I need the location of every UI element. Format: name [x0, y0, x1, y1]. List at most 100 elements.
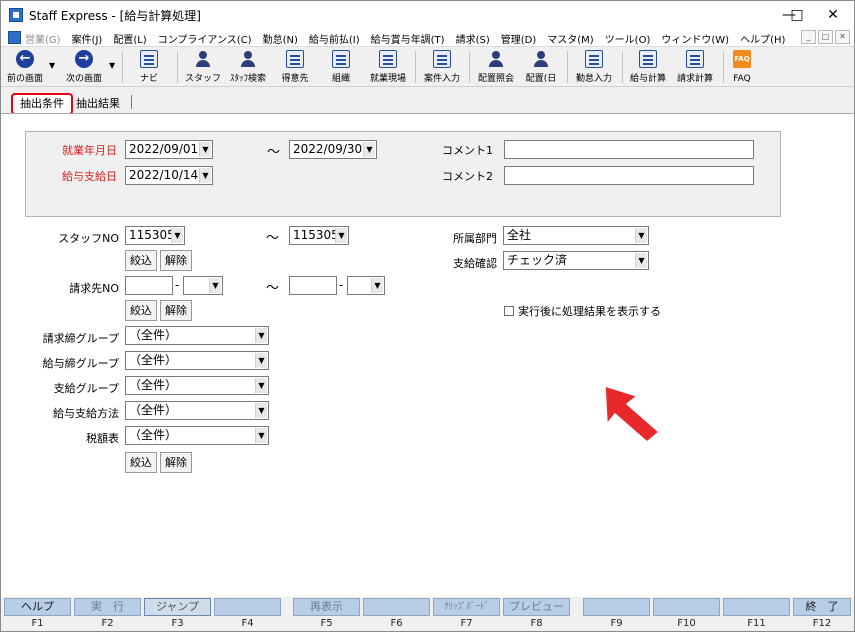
staff-icon	[194, 50, 212, 68]
billing-no-from-input[interactable]	[125, 276, 173, 295]
tab-extract-results[interactable]: 抽出結果	[76, 95, 120, 111]
work-date-to-select[interactable]: 2022/09/30 ▼	[289, 140, 377, 159]
toolbar-separator	[469, 51, 470, 83]
mdi-restore-button[interactable]: □	[818, 30, 833, 44]
f12-exit-button[interactable]: 終 了	[793, 598, 851, 616]
dept-select[interactable]: 全社 ▼	[503, 226, 649, 245]
billing-close-group-select[interactable]: （全件） ▼	[125, 326, 269, 345]
menu-compliance[interactable]: コンプライアンス(C)	[158, 31, 252, 46]
menu-tools[interactable]: ツール(O)	[605, 31, 651, 46]
menu-billing[interactable]: 請求(S)	[456, 31, 490, 46]
assign-inquiry-button[interactable]: 配置照会	[473, 49, 519, 85]
comment1-input[interactable]	[504, 140, 754, 159]
back-dropdown-icon[interactable]: ▼	[49, 61, 55, 70]
work-date-from-select[interactable]: 2022/09/01 ▼	[125, 140, 213, 159]
faq-button[interactable]: FAQ FAQ	[725, 49, 759, 85]
staff-clear-button[interactable]: 解除	[160, 250, 192, 271]
menu-payroll-bonus[interactable]: 給与賞与年調(T)	[371, 31, 445, 46]
f6-key-label: F6	[390, 618, 403, 629]
menu-advance-pay[interactable]: 給与前払(I)	[309, 31, 360, 46]
pay-method-label: 給与支給方法	[53, 407, 119, 420]
forward-button[interactable]: → 次の画面	[61, 49, 107, 85]
f6-button[interactable]	[363, 598, 430, 616]
comment2-input[interactable]	[504, 166, 754, 185]
pay-close-group-select[interactable]: （全件） ▼	[125, 351, 269, 370]
billing-no-from-branch-select[interactable]: ▼	[183, 276, 223, 295]
billing-close-group-label: 請求締グループ	[42, 332, 119, 345]
staff-no-from-select[interactable]: 115305 ▼	[125, 226, 185, 245]
payroll-calc-button[interactable]: 給与計算	[625, 49, 671, 85]
mdi-controls: _ □ ✕	[799, 30, 850, 44]
attendance-input-button[interactable]: 勤怠入力	[571, 49, 617, 85]
staff-search-icon	[239, 50, 257, 68]
f8-preview-button[interactable]: プレビュー	[503, 598, 570, 616]
dash-separator: -	[175, 278, 180, 292]
f9-button[interactable]	[583, 598, 650, 616]
billing-calc-icon	[686, 50, 704, 68]
f11-button[interactable]	[723, 598, 790, 616]
pay-close-group-label: 給与締グループ	[42, 357, 119, 370]
group-narrow-button[interactable]: 絞込	[125, 452, 157, 473]
billing-no-to-branch-select[interactable]: ▼	[347, 276, 385, 295]
pay-confirm-select[interactable]: チェック済 ▼	[503, 251, 649, 270]
chevron-down-icon: ▼	[209, 278, 221, 293]
chevron-down-icon: ▼	[171, 228, 183, 243]
assign-day-button[interactable]: 配置(日	[520, 49, 562, 85]
work-date-label: 就業年月日	[62, 144, 117, 157]
client-button[interactable]: 得意先	[275, 49, 315, 85]
f7-clipboard-button[interactable]: ｸﾘｯﾌﾟﾎﾞｰﾄﾞ	[433, 598, 500, 616]
f3-jump-button[interactable]: ジャンプ	[144, 598, 211, 616]
forward-dropdown-icon[interactable]: ▼	[109, 61, 115, 70]
close-button[interactable]: ✕	[810, 1, 855, 29]
billing-calc-button[interactable]: 請求計算	[672, 49, 718, 85]
f12-key-label: F12	[812, 618, 832, 629]
f10-button[interactable]	[653, 598, 720, 616]
case-input-button[interactable]: 案件入力	[419, 49, 465, 85]
mdi-close-button[interactable]: ✕	[835, 30, 850, 44]
billing-clear-button[interactable]: 解除	[160, 300, 192, 321]
pay-method-select[interactable]: （全件） ▼	[125, 401, 269, 420]
staff-search-button[interactable]: ｽﾀｯﾌ検索	[225, 49, 271, 85]
f7-key-label: F7	[460, 618, 473, 629]
show-result-checkbox[interactable]	[504, 306, 514, 316]
group-clear-button[interactable]: 解除	[160, 452, 192, 473]
staff-narrow-button[interactable]: 絞込	[125, 250, 157, 271]
billing-narrow-button[interactable]: 絞込	[125, 300, 157, 321]
menu-admin[interactable]: 管理(D)	[501, 31, 537, 46]
menu-items: 営業(G) 案件(J) 配置(L) コンプライアンス(C) 勤怠(N) 給与前払…	[25, 31, 796, 46]
f2-execute-button[interactable]: 実 行	[74, 598, 141, 616]
org-button[interactable]: 組織	[321, 49, 361, 85]
worksite-button[interactable]: 就業現場	[365, 49, 411, 85]
tab-extract-conditions[interactable]: 抽出条件	[11, 93, 73, 115]
document-icon	[8, 31, 21, 44]
menu-case[interactable]: 案件(J)	[72, 31, 103, 46]
menu-window[interactable]: ウィンドウ(W)	[661, 31, 729, 46]
chevron-down-icon: ▼	[255, 378, 267, 393]
mdi-minimize-button[interactable]: _	[801, 30, 816, 44]
back-button[interactable]: ← 前の画面	[3, 49, 47, 85]
menu-sales[interactable]: 営業(G)	[25, 31, 61, 46]
billing-no-to-input[interactable]	[289, 276, 337, 295]
menu-master[interactable]: マスタ(M)	[547, 31, 593, 46]
function-key-bar: ヘルプ F1 実 行 F2 ジャンプ F3 F4 再表示 F5 F6 ｸﾘｯﾌﾟ…	[1, 597, 854, 631]
menu-help[interactable]: ヘルプ(H)	[740, 31, 785, 46]
chevron-down-icon: ▼	[335, 228, 347, 243]
tax-table-select[interactable]: （全件） ▼	[125, 426, 269, 445]
menu-attendance[interactable]: 勤怠(N)	[263, 31, 298, 46]
staff-no-to-select[interactable]: 115305 ▼	[289, 226, 349, 245]
navi-icon	[140, 50, 158, 68]
f5-refresh-button[interactable]: 再表示	[293, 598, 360, 616]
f1-help-button[interactable]: ヘルプ	[4, 598, 71, 616]
red-arrow-icon	[604, 386, 661, 443]
f8-key-label: F8	[530, 618, 543, 629]
staff-button[interactable]: スタッフ	[183, 49, 223, 85]
attendance-icon	[585, 50, 603, 68]
f4-button[interactable]	[214, 598, 281, 616]
nav-button[interactable]: ナビ	[129, 49, 169, 85]
pay-group-select[interactable]: （全件） ▼	[125, 376, 269, 395]
dash-separator: -	[339, 278, 344, 292]
date-comment-group: 就業年月日 2022/09/01 ▼ ～ 2022/09/30 ▼ 給与支給日 …	[25, 131, 781, 217]
f9-key-label: F9	[610, 618, 623, 629]
menu-assign[interactable]: 配置(L)	[113, 31, 146, 46]
pay-date-select[interactable]: 2022/10/14 ▼	[125, 166, 213, 185]
